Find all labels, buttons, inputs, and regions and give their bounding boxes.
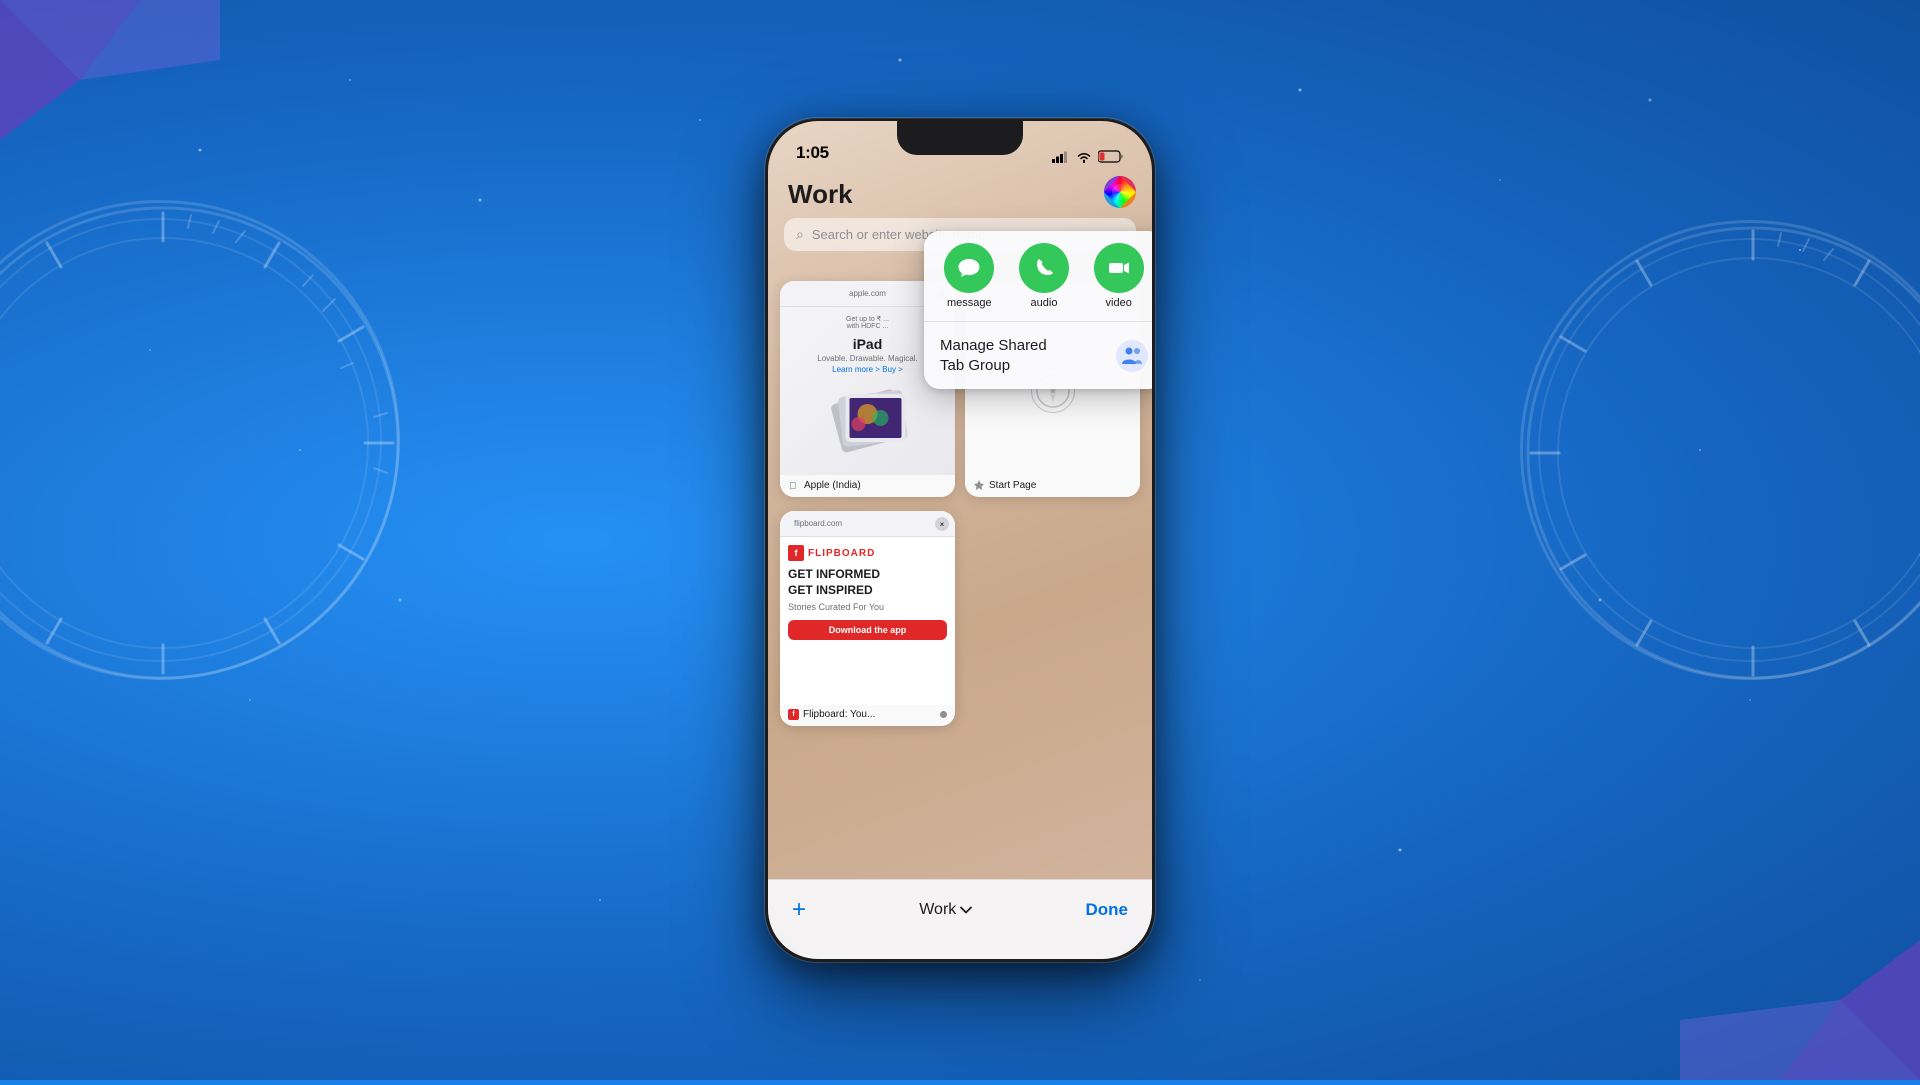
search-icon: ⌕ bbox=[796, 226, 804, 243]
tab-group-title: Work bbox=[784, 179, 1136, 210]
done-button[interactable]: Done bbox=[1086, 900, 1129, 920]
flipboard-loading-dot bbox=[940, 711, 947, 718]
tab-label-flipboard: f Flipboard: You... bbox=[780, 705, 955, 726]
clock-decoration-left bbox=[0, 200, 400, 680]
message-label: message bbox=[947, 297, 992, 309]
apple-ad-links: Learn more > Buy > bbox=[832, 365, 903, 374]
message-bubble-icon bbox=[956, 255, 982, 281]
flipboard-download-btn[interactable]: Download the app bbox=[788, 620, 947, 640]
share-option-video[interactable]: video bbox=[1081, 243, 1152, 309]
manage-tab-group-icon bbox=[1116, 340, 1148, 372]
flipboard-favicon: f bbox=[788, 709, 799, 720]
flipboard-headline2: GET INSPIRED bbox=[788, 583, 947, 597]
new-tab-button[interactable]: + bbox=[792, 898, 806, 922]
flipboard-headline1: GET INFORMED bbox=[788, 567, 947, 581]
status-time: 1:05 bbox=[796, 143, 829, 163]
message-icon-circle bbox=[944, 243, 994, 293]
share-popup: message audio bbox=[924, 231, 1152, 389]
tab-content-flipboard: f FLIPBOARD GET INFORMED GET INSPIRED St… bbox=[780, 537, 955, 705]
battery-icon bbox=[1098, 150, 1124, 163]
phone-frame: 1:05 bbox=[765, 118, 1155, 962]
phone-screen: 1:05 bbox=[768, 121, 1152, 959]
tab-url-flipboard: flipboard.com bbox=[788, 519, 947, 528]
video-icon-circle bbox=[1094, 243, 1144, 293]
video-camera-icon bbox=[1106, 255, 1132, 281]
tab-title-start: Start Page bbox=[989, 480, 1036, 491]
phone-device: 1:05 bbox=[765, 118, 1155, 962]
tab-label-apple:  Apple (India) bbox=[780, 475, 955, 497]
share-option-audio[interactable]: audio bbox=[1007, 243, 1082, 309]
bottom-toolbar: + Work Done bbox=[768, 879, 1152, 959]
flipboard-header: f FLIPBOARD bbox=[788, 545, 947, 561]
flipboard-logo: f bbox=[788, 545, 804, 561]
star-favicon bbox=[973, 479, 985, 491]
tab-topbar-flipboard: flipboard.com × bbox=[780, 511, 955, 537]
clock-decoration-right bbox=[1520, 220, 1920, 680]
audio-label: audio bbox=[1031, 297, 1058, 309]
tab-title-flipboard: Flipboard: You... bbox=[803, 709, 875, 720]
apple-ad-promo: Get up to ₹ ...with HDFC ... bbox=[846, 315, 889, 330]
flipboard-subtitle: Stories Curated For You bbox=[788, 602, 947, 612]
flipboard-brand: FLIPBOARD bbox=[808, 548, 875, 559]
tab-group-name: Work bbox=[919, 901, 956, 919]
apple-ipad-title: iPad bbox=[853, 336, 883, 352]
manage-tab-group-label: Manage SharedTab Group bbox=[940, 336, 1047, 375]
svg-text::  bbox=[789, 481, 797, 491]
signal-icon bbox=[1052, 151, 1070, 163]
tab-close-flipboard[interactable]: × bbox=[935, 517, 949, 531]
tabs-row-2: flipboard.com × f FLIPBOARD GET INFORMED… bbox=[780, 511, 1140, 726]
tab-label-start: Start Page bbox=[965, 475, 1140, 497]
status-icons bbox=[1052, 150, 1124, 163]
video-label: video bbox=[1106, 297, 1132, 309]
apple-favicon:  bbox=[788, 479, 800, 491]
phone-notch bbox=[897, 121, 1023, 155]
share-option-message[interactable]: message bbox=[932, 243, 1007, 309]
share-options-row: message audio bbox=[924, 231, 1152, 322]
chevron-down-icon bbox=[960, 906, 972, 914]
phone-icon bbox=[1031, 255, 1057, 281]
tab-title-apple: Apple (India) bbox=[804, 480, 861, 491]
wifi-icon bbox=[1076, 151, 1092, 163]
manage-shared-tab-group[interactable]: Manage SharedTab Group bbox=[924, 322, 1152, 389]
ipad-illustration bbox=[820, 376, 915, 471]
apple-ad-subtitle: Lovable. Drawable. Magical. bbox=[817, 354, 918, 363]
tab-card-flipboard[interactable]: flipboard.com × f FLIPBOARD GET INFORMED… bbox=[780, 511, 955, 726]
audio-icon-circle bbox=[1019, 243, 1069, 293]
tab-group-selector[interactable]: Work bbox=[919, 901, 972, 919]
people-icon bbox=[1120, 344, 1144, 368]
